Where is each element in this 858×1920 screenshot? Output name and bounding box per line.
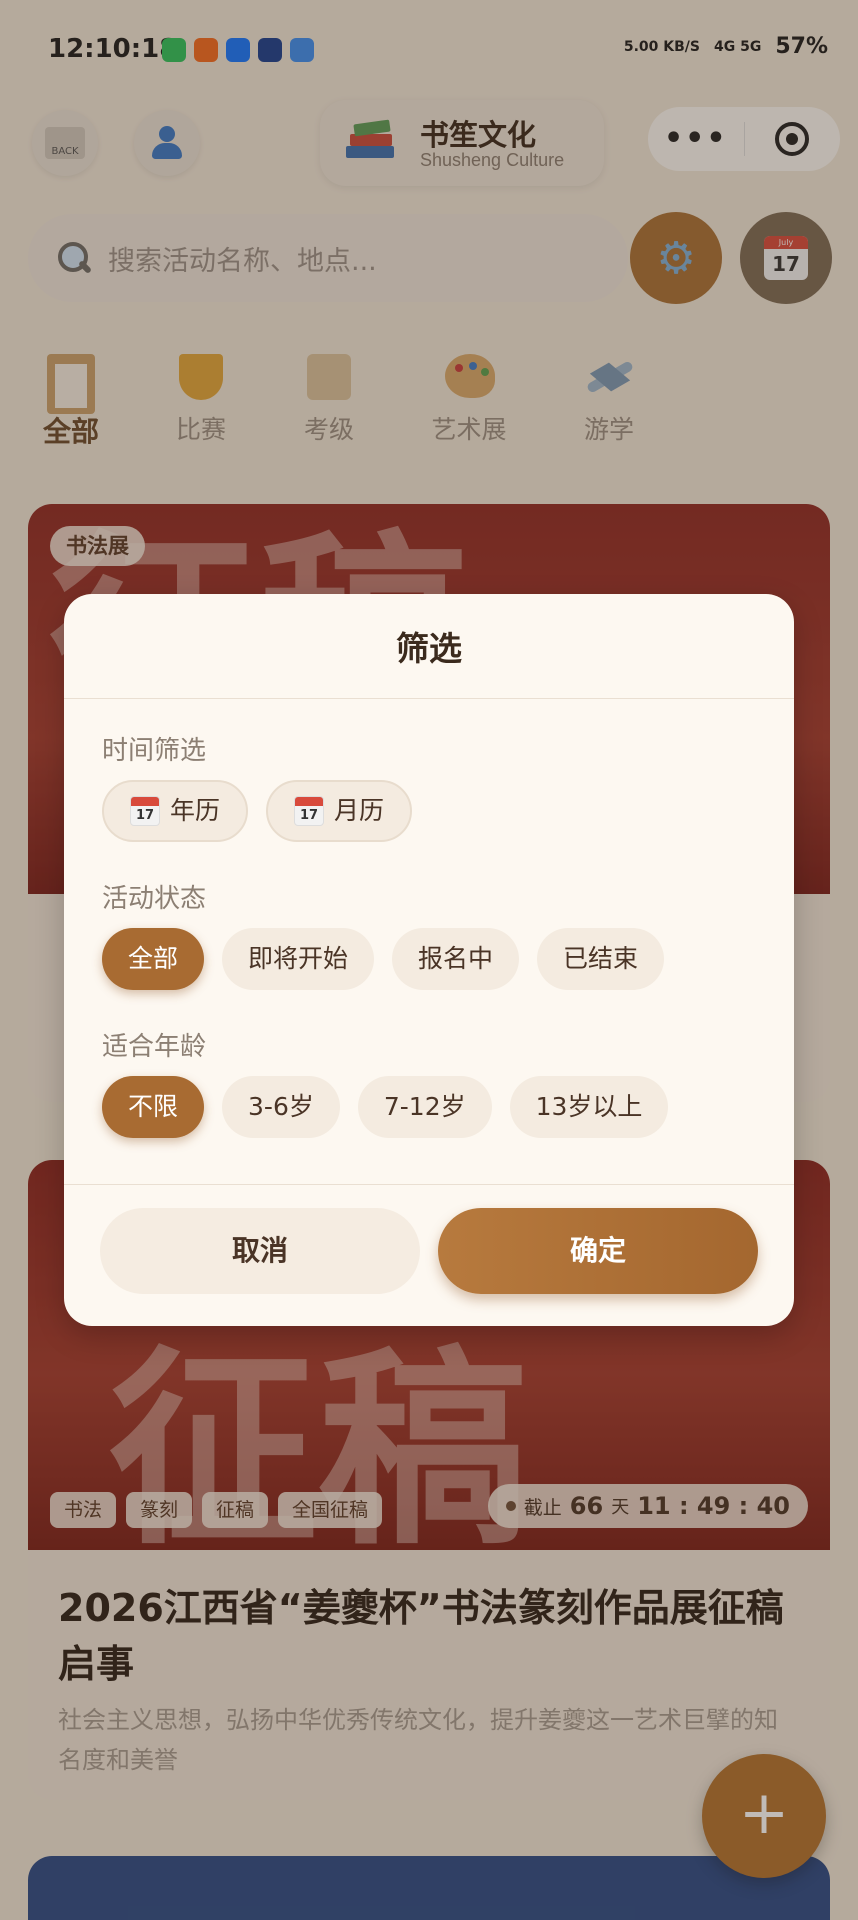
chip-label: 年历 <box>170 796 221 825</box>
age-chip-13-plus[interactable]: 13岁以上 <box>509 1076 669 1138</box>
age-chip-unlimited[interactable]: 不限 <box>102 1076 205 1138</box>
cancel-button[interactable]: 取消 <box>100 1208 420 1294</box>
age-filter-label: 适合年龄 <box>102 1032 207 1062</box>
dialog-title: 筛选 <box>396 629 462 668</box>
calendar-icon: 17 <box>294 796 325 826</box>
divider <box>64 1184 794 1185</box>
age-chip-7-12[interactable]: 7-12岁 <box>357 1076 492 1138</box>
age-chip-3-6[interactable]: 3-6岁 <box>222 1076 340 1138</box>
status-filter-options: 全部 即将开始 报名中 已结束 <box>102 928 665 990</box>
month-calendar-chip[interactable]: 17 月历 <box>266 780 413 842</box>
chip-label: 月历 <box>334 796 385 825</box>
time-filter-label: 时间筛选 <box>102 736 207 766</box>
year-calendar-chip[interactable]: 17 年历 <box>102 780 249 842</box>
divider <box>64 698 794 699</box>
time-filter-options: 17 年历 17 月历 <box>102 780 413 842</box>
confirm-button[interactable]: 确定 <box>438 1208 758 1294</box>
age-filter-options: 不限 3-6岁 7-12岁 13岁以上 <box>102 1076 669 1138</box>
status-filter-label: 活动状态 <box>102 884 207 914</box>
status-chip-all[interactable]: 全部 <box>102 928 205 990</box>
filter-dialog: 筛选 时间筛选 17 年历 17 月历 活动状态 全部 即将开始 报名中 已结束… <box>64 594 794 1326</box>
status-chip-upcoming[interactable]: 即将开始 <box>222 928 375 990</box>
status-chip-registering[interactable]: 报名中 <box>392 928 520 990</box>
calendar-icon: 17 <box>130 796 160 826</box>
status-chip-ended[interactable]: 已结束 <box>537 928 665 990</box>
